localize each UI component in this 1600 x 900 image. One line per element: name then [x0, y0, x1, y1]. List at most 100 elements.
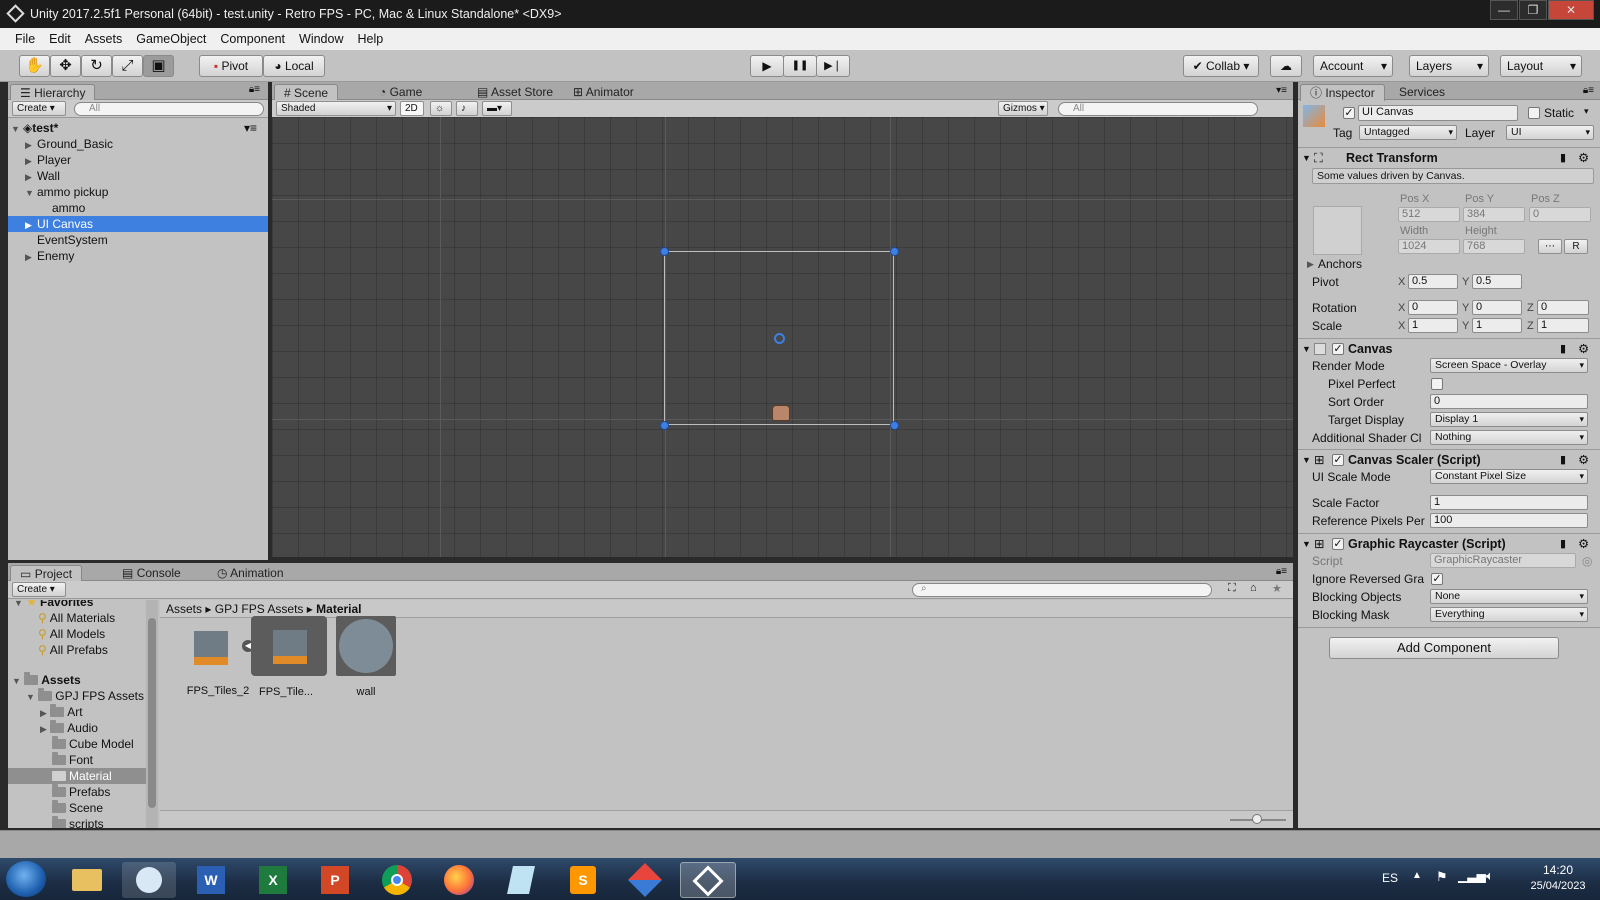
explorer-app-icon[interactable] — [60, 862, 114, 898]
scene-viewport[interactable] — [272, 117, 1293, 557]
menu-window[interactable]: Window — [292, 32, 350, 46]
volume-icon[interactable]: 🔈︎ — [1486, 868, 1494, 884]
expand-arrow-icon[interactable]: ▶ — [25, 249, 37, 265]
collapse-arrow-icon[interactable]: ▼ — [26, 692, 35, 702]
expand-arrow-icon[interactable]: ▼ — [11, 121, 23, 137]
ref-pixels-field[interactable]: 100 — [1430, 513, 1588, 528]
clock-time[interactable]: 14:20 — [1530, 863, 1586, 877]
list-item-player[interactable]: ▶ Player — [8, 152, 276, 168]
expand-arrow-icon[interactable]: ▶ — [25, 153, 37, 169]
lock-icon[interactable]: 🔒︎≡ — [1276, 566, 1287, 577]
rotation-y-field[interactable]: 0 — [1472, 300, 1522, 315]
folder-prefabs[interactable]: Prefabs — [52, 784, 110, 800]
pivot-handle-icon[interactable] — [774, 333, 785, 344]
asset-fps-tiles-2[interactable]: FPS_Tiles_2 — [184, 625, 252, 715]
hand-tool-icon[interactable]: ✋ — [19, 55, 50, 77]
local-button[interactable]: ◕ Local — [263, 55, 325, 77]
blueprint-mode-icon[interactable]: ⋯ — [1538, 239, 1562, 254]
label-tag-icon[interactable]: ⌂ — [1250, 582, 1257, 594]
expand-arrow-icon[interactable]: ▶ — [40, 724, 47, 734]
target-icon[interactable]: ◎ — [1582, 552, 1592, 570]
tag-dropdown[interactable]: Untagged — [1359, 125, 1457, 140]
expand-arrow-icon[interactable]: ▶ — [25, 217, 37, 233]
list-item-enemy[interactable]: ▶ Enemy — [8, 248, 276, 264]
paint-app-icon[interactable] — [122, 862, 176, 898]
pivot-button[interactable]: ▪ Pivot — [199, 55, 263, 77]
collapse-arrow-icon[interactable]: ▼ — [1302, 148, 1311, 168]
pause-button[interactable]: ❚❚ — [783, 55, 817, 77]
tab-services[interactable]: Services — [1390, 84, 1454, 101]
tab-console[interactable]: ▤ Console — [113, 565, 190, 582]
lock-icon[interactable]: 🔒︎≡ — [249, 84, 260, 95]
network-icon[interactable]: ▁▃▅ — [1458, 869, 1486, 883]
list-item-ammo[interactable]: ammo — [8, 200, 276, 216]
cloud-icon[interactable]: ☁ — [1270, 55, 1302, 77]
tab-asset-store[interactable]: ▤ Asset Store — [468, 84, 562, 101]
scaler-enabled-checkbox[interactable]: ✓ — [1332, 454, 1344, 466]
favorite-star-icon[interactable]: ★ — [1272, 582, 1282, 595]
start-button-icon[interactable] — [6, 861, 46, 897]
rect-transform-header[interactable]: ▼ ⛶ Rect Transform ▮ ⚙ — [1298, 147, 1600, 167]
tab-scene[interactable]: # Scene — [274, 84, 339, 101]
tab-project[interactable]: ▭ Project — [10, 565, 83, 582]
blocking-mask-dropdown[interactable]: Everything — [1430, 607, 1588, 622]
gear-icon[interactable]: ⚙ — [1578, 339, 1589, 359]
step-button[interactable]: ▶❘ — [816, 55, 850, 77]
menu-file[interactable]: File — [8, 32, 42, 46]
menu-component[interactable]: Component — [213, 32, 292, 46]
unity-app-icon[interactable] — [680, 862, 736, 898]
shader-channels-dropdown[interactable]: Nothing — [1430, 430, 1588, 445]
git-app-icon[interactable] — [618, 862, 672, 898]
collab-button[interactable]: ✔ Collab ▾ — [1183, 55, 1259, 77]
collapse-arrow-icon[interactable]: ▼ — [1302, 339, 1311, 359]
list-item-ui-canvas[interactable]: ▶ UI Canvas — [8, 216, 268, 232]
collapse-arrow-icon[interactable]: ▼ — [1302, 534, 1311, 554]
effects-dropdown-icon[interactable]: ▬▾ — [482, 101, 512, 116]
folder-material[interactable]: Material — [8, 768, 146, 784]
scrollbar-thumb[interactable] — [148, 618, 156, 808]
move-tool-icon[interactable]: ✥ — [50, 55, 81, 77]
zoom-slider-thumb[interactable] — [1252, 814, 1262, 824]
audio-toggle-icon[interactable]: ♪ — [456, 101, 478, 116]
pos-y-field[interactable]: 384 — [1463, 207, 1525, 222]
scale-y-field[interactable]: 1 — [1472, 318, 1522, 333]
chrome-app-icon[interactable] — [370, 862, 424, 898]
rect-tool-icon[interactable]: ▣ — [143, 55, 174, 77]
pixel-perfect-checkbox[interactable] — [1431, 378, 1443, 390]
folder-gpj-fps-assets[interactable]: ▼ GPJ FPS Assets — [26, 688, 144, 704]
tree-scrollbar[interactable] — [146, 600, 158, 828]
scale-tool-icon[interactable]: ⤢ — [112, 55, 143, 77]
breadcrumb-assets[interactable]: Assets — [166, 602, 202, 616]
gizmos-dropdown[interactable]: Gizmos ▾ — [998, 101, 1048, 116]
project-search-input[interactable] — [912, 583, 1212, 597]
rect-handle-top-right[interactable] — [890, 247, 899, 256]
close-button[interactable]: ✕ — [1548, 0, 1594, 20]
canvas-scaler-header[interactable]: ▼ ⊞ ✓ Canvas Scaler (Script) ▮ ⚙ — [1298, 449, 1600, 469]
add-component-button[interactable]: Add Component — [1329, 637, 1559, 659]
word-app-icon[interactable]: W — [184, 862, 238, 898]
render-mode-dropdown[interactable]: Screen Space - Overlay — [1430, 358, 1588, 373]
layout-dropdown[interactable]: Layout ▾ — [1500, 55, 1582, 77]
raw-edit-button[interactable]: R — [1564, 239, 1588, 254]
collapse-arrow-icon[interactable]: ▼ — [12, 676, 21, 686]
folder-scripts[interactable]: scripts — [52, 816, 104, 828]
raycaster-header[interactable]: ▼ ⊞ ✓ Graphic Raycaster (Script) ▮ ⚙ — [1298, 533, 1600, 553]
static-checkbox[interactable] — [1528, 107, 1540, 119]
scale-factor-field[interactable]: 1 — [1430, 495, 1588, 510]
layers-dropdown[interactable]: Layers ▾ — [1409, 55, 1489, 77]
powerpoint-app-icon[interactable]: P — [308, 862, 362, 898]
tab-hierarchy[interactable]: ☰ Hierarchy — [10, 84, 96, 101]
folder-scene[interactable]: Scene — [52, 800, 103, 816]
maximize-button[interactable]: ❐ — [1519, 0, 1547, 20]
width-field[interactable]: 1024 — [1398, 239, 1460, 254]
scene-search-input[interactable]: All — [1058, 102, 1258, 116]
notes-app-icon[interactable] — [494, 862, 548, 898]
tab-animator[interactable]: ⊞ Animator — [564, 84, 643, 101]
object-name-field[interactable]: UI Canvas — [1358, 105, 1518, 121]
folder-cube-model[interactable]: Cube Model — [52, 736, 134, 752]
filter-type-icon[interactable]: ⛶ — [1228, 582, 1236, 595]
fav-all-materials[interactable]: ⚲ All Materials — [38, 610, 115, 626]
hierarchy-search-input[interactable]: All — [74, 102, 264, 116]
tab-game[interactable]: ◔ Game — [370, 84, 431, 101]
project-create-button[interactable]: Create ▾ — [12, 582, 66, 597]
